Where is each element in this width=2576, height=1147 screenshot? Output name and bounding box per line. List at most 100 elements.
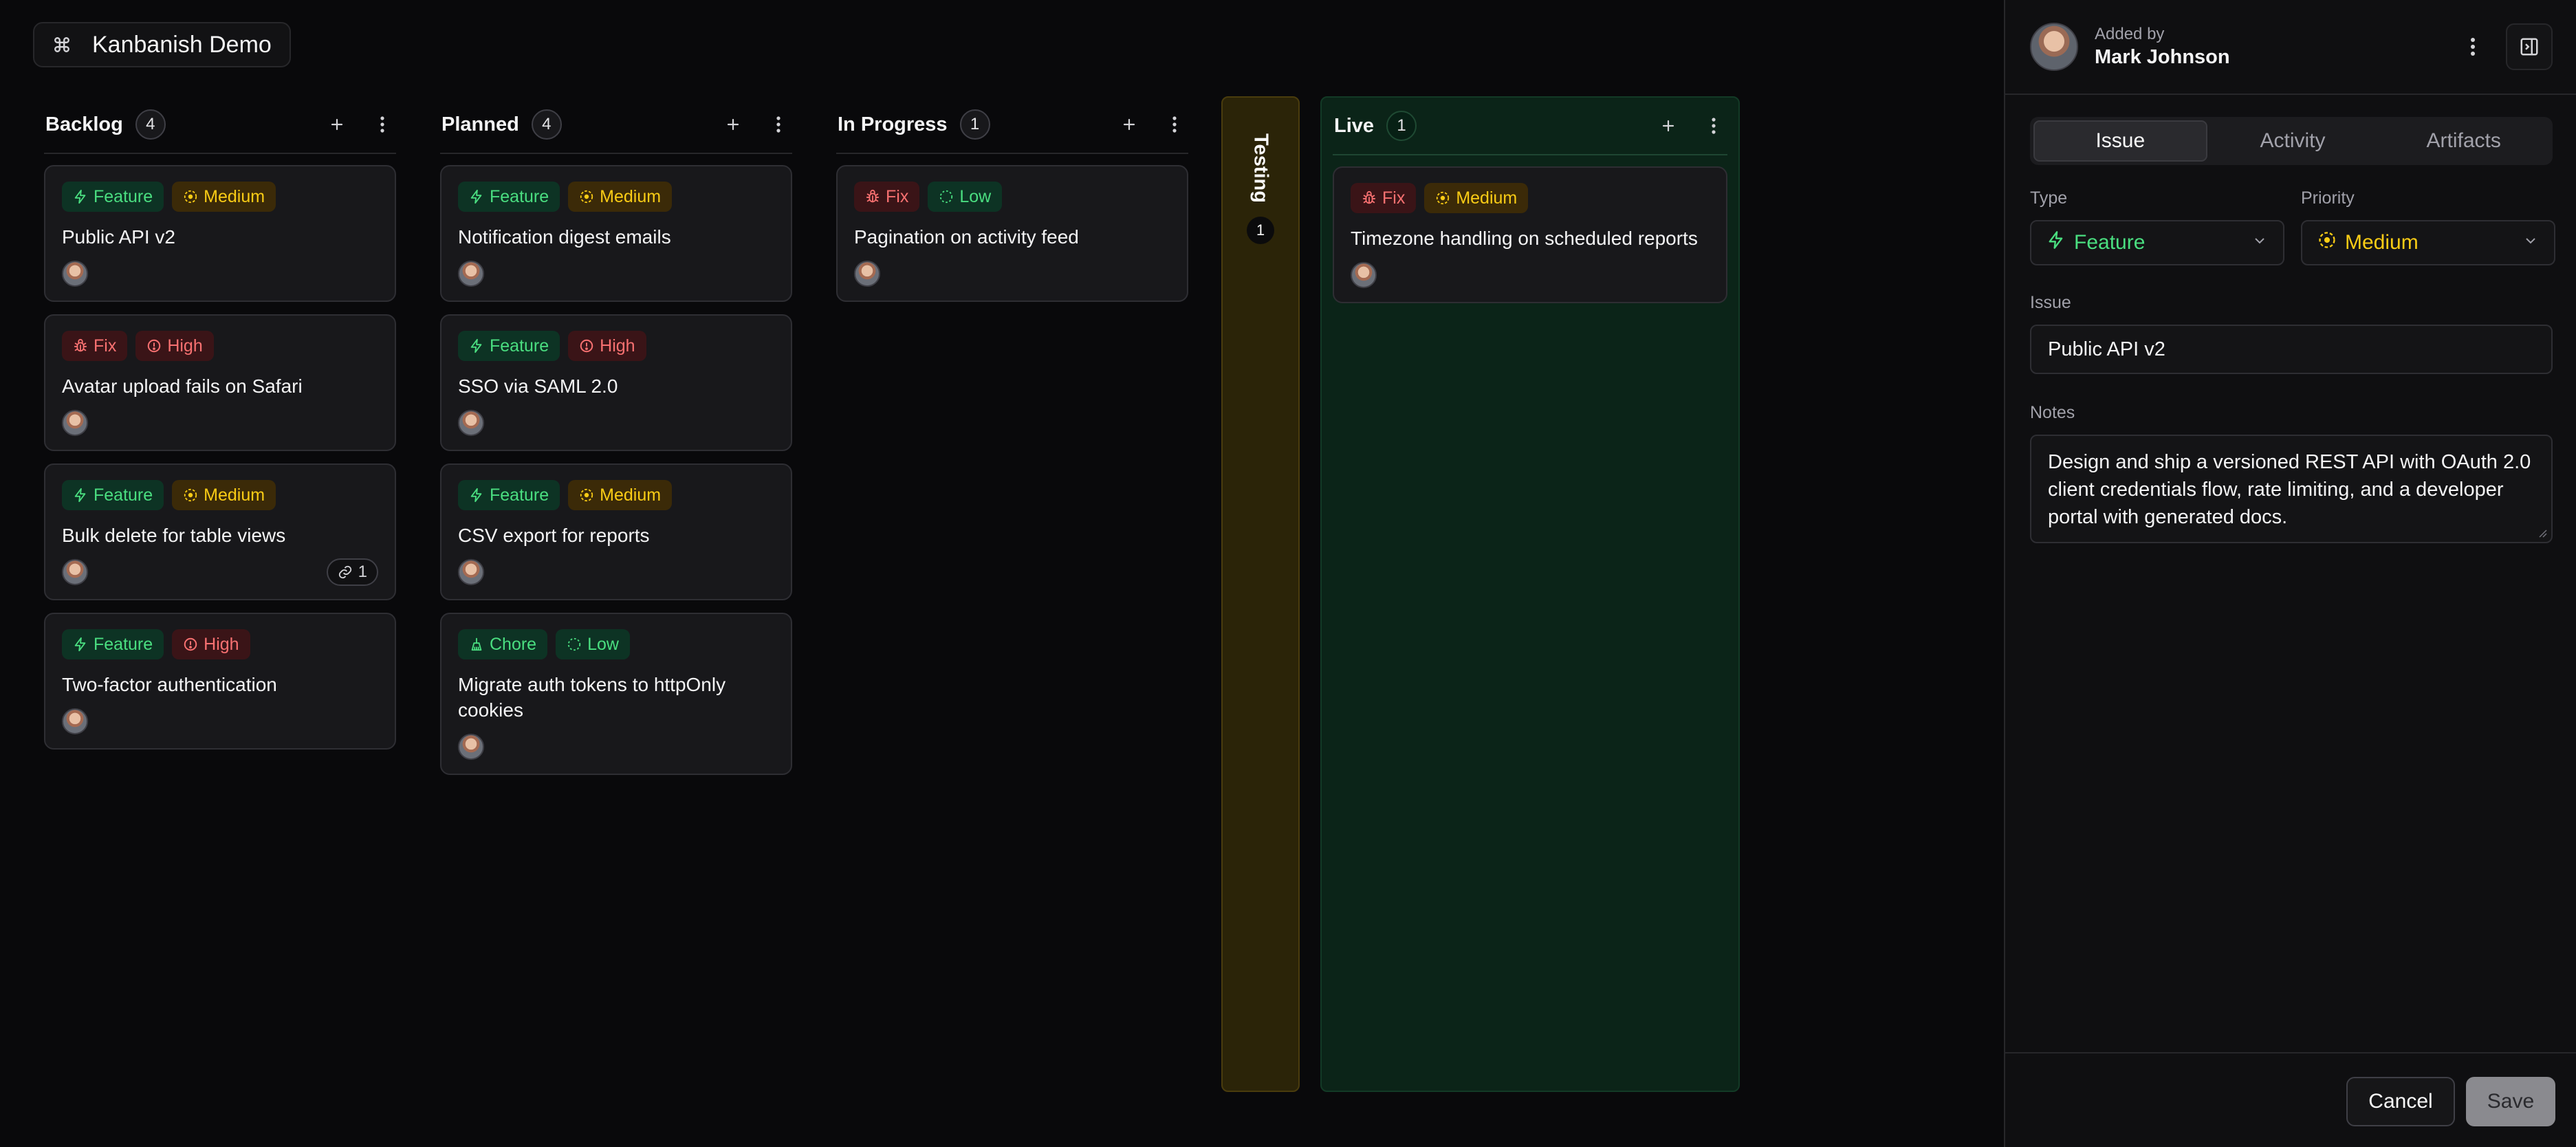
issue-card[interactable]: Feature Medium Public API v2 xyxy=(44,165,396,302)
panel-right-icon xyxy=(2520,38,2538,56)
issue-card[interactable]: Fix High Avatar upload fails on Safari xyxy=(44,314,396,451)
bolt-icon xyxy=(470,338,482,353)
avatar xyxy=(458,410,484,436)
card-title: Timezone handling on scheduled reports xyxy=(1351,228,1698,249)
issue-title-input[interactable]: Public API v2 xyxy=(2030,325,2553,374)
type-tag: Feature xyxy=(62,480,164,510)
card-title: Avatar upload fails on Safari xyxy=(62,375,303,397)
avatar xyxy=(2030,23,2078,71)
priority-medium-icon xyxy=(580,190,593,204)
notes-textarea[interactable]: Design and ship a versioned REST API wit… xyxy=(2030,435,2553,543)
issue-card[interactable]: Feature Medium CSV export for reports xyxy=(440,463,792,600)
card-title: Migrate auth tokens to httpOnly cookies xyxy=(458,674,726,721)
app-title: Kanbanish Demo xyxy=(92,31,272,58)
app-logo-icon xyxy=(47,30,77,60)
type-tag: Feature xyxy=(458,182,560,212)
priority-select[interactable]: Medium xyxy=(2301,220,2555,265)
type-tag: Feature xyxy=(458,480,560,510)
issue-card[interactable]: Feature Medium Bulk delete for table vie… xyxy=(44,463,396,600)
issue-card[interactable]: Feature High Two-factor authentication xyxy=(44,613,396,750)
priority-low-icon xyxy=(940,190,953,204)
priority-tag: High xyxy=(135,331,214,361)
column-title: Planned xyxy=(441,113,519,135)
bolt-icon xyxy=(74,488,86,503)
link-icon xyxy=(338,565,351,579)
tab-activity[interactable]: Activity xyxy=(2207,120,2379,162)
issue-detail-panel: Added by Mark Johnson Issue Activity Art… xyxy=(2004,0,2576,1147)
column-planned: Planned 4 Feature Medium Notification di… xyxy=(440,96,792,775)
priority-tag: High xyxy=(568,331,646,361)
column-menu-icon[interactable] xyxy=(370,112,395,137)
resize-handle-icon[interactable] xyxy=(2536,527,2547,538)
type-select-value: Feature xyxy=(2074,231,2146,254)
type-tag-label: Fix xyxy=(1382,188,1406,208)
column-live: Live 1 Fix Medium Timezone handling on s… xyxy=(1320,96,1740,1092)
column-title: Testing xyxy=(1249,133,1272,203)
issue-card[interactable]: Feature High SSO via SAML 2.0 xyxy=(440,314,792,451)
save-button[interactable]: Save xyxy=(2466,1077,2555,1126)
priority-tag-label: High xyxy=(600,336,635,356)
linked-items-badge[interactable]: 1 xyxy=(326,558,378,586)
priority-label: Priority xyxy=(2301,188,2355,208)
linked-count: 1 xyxy=(358,562,367,581)
type-tag: Fix xyxy=(1351,183,1417,213)
add-card-icon[interactable] xyxy=(325,112,349,137)
added-by-name: Mark Johnson xyxy=(2095,46,2230,68)
column-title: Live xyxy=(1334,114,1375,137)
column-count-badge: 1 xyxy=(1386,111,1417,141)
priority-tag: Medium xyxy=(568,182,673,212)
issue-card[interactable]: Fix Medium Timezone handling on schedule… xyxy=(1333,166,1727,303)
tab-artifacts[interactable]: Artifacts xyxy=(2378,120,2549,162)
notes-text: Design and ship a versioned REST API wit… xyxy=(2048,451,2531,528)
type-tag-label: Feature xyxy=(490,485,549,505)
column-backlog: Backlog 4 Feature Medium Public API v2 F… xyxy=(44,96,396,750)
cancel-button[interactable]: Cancel xyxy=(2346,1077,2455,1126)
column-count-badge: 1 xyxy=(1247,216,1274,244)
priority-medium-icon xyxy=(184,190,197,204)
app-header[interactable]: Kanbanish Demo xyxy=(33,22,291,67)
column-header: Planned 4 xyxy=(440,96,792,154)
issue-card[interactable]: Feature Medium Notification digest email… xyxy=(440,165,792,302)
column-header: Backlog 4 xyxy=(44,96,396,154)
add-card-icon[interactable] xyxy=(721,112,745,137)
add-card-icon[interactable] xyxy=(1117,112,1142,137)
priority-tag: Medium xyxy=(172,182,276,212)
priority-high-icon xyxy=(580,339,593,353)
avatar xyxy=(458,261,484,287)
type-tag-label: Chore xyxy=(490,634,537,654)
card-title: Two-factor authentication xyxy=(62,674,277,695)
priority-tag: Low xyxy=(556,629,630,659)
priority-high-icon xyxy=(184,637,197,651)
column-testing-collapsed[interactable]: Testing 1 xyxy=(1221,96,1300,1092)
issue-label: Issue xyxy=(2030,293,2071,312)
panel-tabs: Issue Activity Artifacts xyxy=(2030,117,2553,165)
column-menu-icon[interactable] xyxy=(1162,112,1187,137)
column-count-badge: 1 xyxy=(959,109,990,140)
type-label: Type xyxy=(2030,188,2068,208)
column-menu-icon[interactable] xyxy=(1701,113,1726,138)
add-card-icon[interactable] xyxy=(1656,113,1681,138)
bolt-icon xyxy=(470,488,482,503)
panel-header: Added by Mark Johnson xyxy=(2005,0,2576,95)
priority-tag: Medium xyxy=(568,480,673,510)
tab-issue[interactable]: Issue xyxy=(2033,120,2207,162)
toggle-panel-button[interactable] xyxy=(2506,23,2553,70)
more-options-icon[interactable] xyxy=(2460,34,2485,59)
priority-select-value: Medium xyxy=(2345,231,2419,254)
avatar xyxy=(62,410,88,436)
broom-icon xyxy=(471,637,482,651)
priority-tag: High xyxy=(172,629,250,659)
type-select[interactable]: Feature xyxy=(2030,220,2284,265)
notes-label: Notes xyxy=(2030,403,2075,422)
type-tag-label: Feature xyxy=(94,634,153,654)
avatar xyxy=(854,261,880,287)
column-title: Backlog xyxy=(45,113,123,135)
issue-card[interactable]: Fix Low Pagination on activity feed xyxy=(836,165,1188,302)
card-list: Fix Medium Timezone handling on schedule… xyxy=(1333,155,1727,303)
priority-tag-label: Low xyxy=(959,186,992,206)
type-tag-label: Feature xyxy=(490,186,549,206)
card-title: SSO via SAML 2.0 xyxy=(458,375,618,397)
issue-card[interactable]: Chore Low Migrate auth tokens to httpOnl… xyxy=(440,613,792,775)
bug-icon xyxy=(866,189,880,203)
column-menu-icon[interactable] xyxy=(766,112,791,137)
